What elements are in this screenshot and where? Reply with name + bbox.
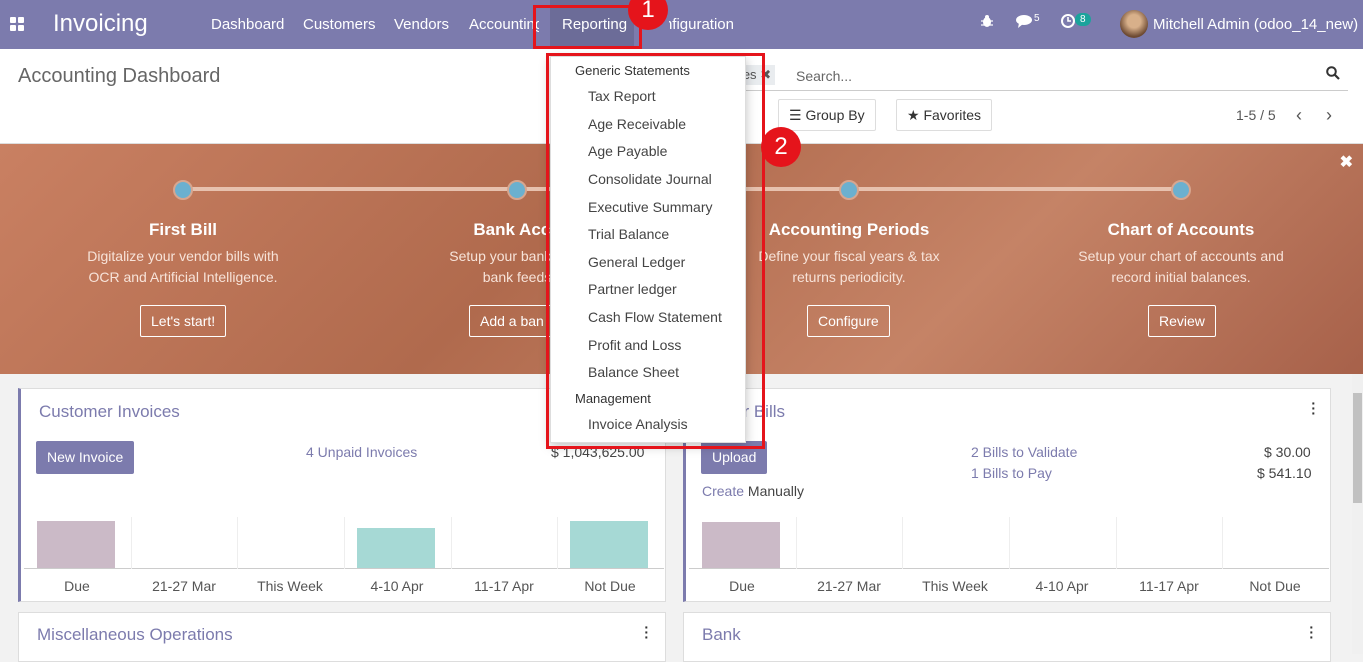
activities-count: 8 xyxy=(1075,13,1091,26)
menu-customers[interactable]: Customers xyxy=(303,16,376,33)
user-menu[interactable]: Mitchell Admin (odoo_14_new) xyxy=(1153,16,1358,33)
chart-bar[interactable] xyxy=(702,522,780,568)
step-title: Chart of Accounts xyxy=(1107,220,1255,239)
chart-bar[interactable] xyxy=(357,528,435,568)
menu-vendors[interactable]: Vendors xyxy=(394,16,449,33)
x-label: 4-10 Apr xyxy=(370,578,424,594)
list-icon: ☰ xyxy=(789,107,802,123)
review-button[interactable]: Review xyxy=(1148,305,1216,337)
favorites-label: Favorites xyxy=(923,107,982,123)
step-description: Digitalize your vendor bills with OCR and… xyxy=(87,248,279,285)
favorites-button[interactable]: ★ Favorites xyxy=(896,99,993,131)
validate-amount: $ 30.00 xyxy=(1264,444,1311,460)
vendor-bills-card: or Bills · · · Upload Create Manually 2 Bi… xyxy=(683,388,1331,602)
star-icon: ★ xyxy=(907,107,920,123)
debug-bug-icon[interactable] xyxy=(980,14,994,32)
x-label: This Week xyxy=(257,578,323,594)
pager-value[interactable]: 1-5 / 5 xyxy=(1236,107,1276,123)
card-title[interactable]: Customer Invoices xyxy=(39,402,180,422)
kebab-menu-icon[interactable]: · · · xyxy=(1311,396,1316,420)
highlight-box-dropdown xyxy=(546,53,765,449)
chart-bar[interactable] xyxy=(570,521,648,568)
invoice-chart xyxy=(24,517,664,569)
step-dot xyxy=(507,180,527,200)
kebab-menu-icon[interactable]: · · · xyxy=(1309,620,1314,644)
bills-to-pay-link[interactable]: 1 Bills to Pay xyxy=(971,465,1052,481)
bills-to-validate-link[interactable]: 2 Bills to Validate xyxy=(971,444,1077,460)
activities-clock-icon[interactable] xyxy=(1061,14,1075,32)
search-bar[interactable]: rites ✖ Search... xyxy=(700,61,1348,91)
messages-icon[interactable] xyxy=(1016,14,1032,32)
configure-button[interactable]: Configure xyxy=(807,305,890,337)
x-label: 11-17 Apr xyxy=(474,578,534,594)
step-title: First Bill xyxy=(148,220,217,239)
close-icon[interactable]: ✖ xyxy=(1340,152,1353,172)
avatar[interactable] xyxy=(1120,10,1148,38)
kebab-menu-icon[interactable]: · · · xyxy=(644,620,649,644)
x-label: 21-27 Mar xyxy=(152,578,216,594)
search-input[interactable]: Search... xyxy=(796,68,852,84)
x-label: Due xyxy=(729,578,755,594)
pay-amount: $ 541.10 xyxy=(1257,465,1312,481)
x-label: Not Due xyxy=(584,578,636,594)
menu-dashboard[interactable]: Dashboard xyxy=(211,16,284,33)
chevron-right-icon[interactable]: › xyxy=(1326,105,1332,126)
x-label: Not Due xyxy=(1249,578,1301,594)
create-manually: Create Manually xyxy=(702,483,804,499)
app-name: Invoicing xyxy=(53,10,148,37)
top-navbar: Invoicing Dashboard Customers Vendors Ac… xyxy=(0,0,1363,49)
step-number-badge: 2 xyxy=(761,127,801,167)
bills-chart xyxy=(689,517,1329,569)
lets-start-button[interactable]: Let's start! xyxy=(140,305,227,337)
step-dot xyxy=(1171,180,1191,200)
add-bank-button[interactable]: Add a ban xyxy=(469,305,555,337)
x-label: 21-27 Mar xyxy=(817,578,881,594)
x-label: Due xyxy=(64,578,90,594)
create-link[interactable]: Create xyxy=(702,483,744,499)
chevron-left-icon[interactable]: ‹ xyxy=(1296,105,1302,126)
bank-card: Bank · · · xyxy=(683,612,1331,662)
chart-bar[interactable] xyxy=(37,521,115,568)
card-title[interactable]: Bank xyxy=(702,625,741,645)
step-dot xyxy=(173,180,193,200)
x-label: 4-10 Apr xyxy=(1035,578,1089,594)
new-invoice-button[interactable]: New Invoice xyxy=(36,441,135,474)
page-title: Accounting Dashboard xyxy=(18,65,221,87)
highlight-box-reporting xyxy=(533,5,642,49)
x-label: This Week xyxy=(922,578,988,594)
x-label: 11-17 Apr xyxy=(1139,578,1199,594)
search-icon[interactable] xyxy=(1326,66,1342,82)
menu-accounting[interactable]: Accounting xyxy=(469,16,539,33)
group-by-label: Group By xyxy=(805,107,865,123)
scrollbar-thumb[interactable] xyxy=(1353,393,1362,503)
unpaid-invoices-link[interactable]: 4 Unpaid Invoices xyxy=(306,444,417,460)
misc-operations-card: Miscellaneous Operations · · · xyxy=(18,612,666,662)
step-description: Setup your chart of accounts and record i… xyxy=(1078,248,1284,285)
messages-count: 5 xyxy=(1034,13,1040,24)
group-by-button[interactable]: ☰ Group By xyxy=(778,99,876,131)
menu-configuration[interactable]: Configuration xyxy=(669,16,734,33)
create-text: Manually xyxy=(747,483,804,499)
step-dot xyxy=(839,180,859,200)
card-title[interactable]: Miscellaneous Operations xyxy=(37,625,233,645)
apps-menu-icon[interactable] xyxy=(10,17,24,31)
